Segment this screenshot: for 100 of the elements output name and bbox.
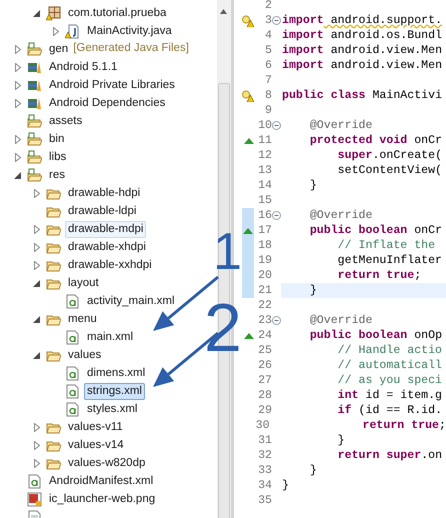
fold-icon[interactable] [272,121,281,130]
source-folder-icon [27,132,42,146]
line-number: 34 [257,478,272,493]
tree-item[interactable]: Android 5.1.1 [46,58,120,76]
line-number: 27 [257,373,272,388]
line-number: 2 [264,0,272,13]
tree-item[interactable]: values-w820dp [65,454,148,472]
expand-icon[interactable] [14,62,20,72]
step-number: 2 [204,294,242,362]
tree-item[interactable]: values [65,346,104,364]
code-line: // Handle actio [336,344,442,357]
code-line: } [308,464,317,477]
tree-item[interactable]: bin [46,130,68,148]
fold-icon[interactable] [272,16,281,25]
tree-item[interactable]: styles.xml [84,400,140,418]
code-line: // automaticall [336,359,442,372]
warning-bulb-icon[interactable] [242,90,254,102]
tree-item[interactable]: gen [46,40,72,58]
source-folder-icon [27,114,42,128]
expand-icon[interactable] [14,134,20,144]
line-number: 20 [257,268,272,283]
code-line: // Inflate the [336,239,436,252]
line-number: 31 [257,433,272,448]
tree-item[interactable]: res [46,166,68,184]
code-line: @Override [308,119,372,132]
tree-item[interactable]: AndroidManifest.xml [46,472,156,490]
expand-icon[interactable] [14,80,20,90]
line-number: 4 [264,28,272,43]
line-number: 22 [257,298,272,313]
code-line: } [308,179,317,192]
expand-icon[interactable] [34,224,40,234]
code-line: @Override [308,314,372,327]
line-number: 25 [257,343,272,358]
expand-icon[interactable] [34,440,40,450]
warning-bulb-icon[interactable] [242,14,254,26]
expand-icon[interactable] [34,422,40,432]
line-number: 15 [257,193,272,208]
code-line: setContentView( [336,164,442,177]
expand-icon[interactable] [14,44,20,54]
tree-item[interactable]: drawable-xhdpi [65,238,149,256]
override-icon[interactable] [243,228,253,234]
tree-item[interactable]: Android Private Libraries [46,76,178,94]
line-number: 5 [264,43,272,58]
code-line: import android.os.Bundl [282,29,442,42]
expand-icon[interactable] [34,260,40,270]
tree-item[interactable]: layout [65,274,102,292]
line-number: 10 [257,118,272,133]
collapse-icon[interactable] [33,316,40,322]
tree-item[interactable]: values-v14 [65,436,127,454]
tree-item[interactable]: MainActivity.java [84,22,175,40]
expand-icon[interactable] [34,242,40,252]
collapse-icon[interactable] [33,352,40,358]
line-number: 19 [257,253,272,268]
image-file-icon [27,492,42,506]
xml-file-icon [27,474,42,488]
tree-item[interactable]: drawable-ldpi [65,202,140,220]
tree-item[interactable]: values-v11 [65,418,126,436]
line-number: 35 [257,493,272,508]
code-line: return super.on [336,449,442,462]
line-number: 18 [257,238,272,253]
expand-icon[interactable] [14,152,20,162]
code-line: import android.view.Men [282,44,442,57]
collapse-icon[interactable] [33,10,40,16]
tree-item[interactable]: menu [65,310,100,328]
expand-icon[interactable] [34,188,40,198]
xml-file-icon [65,384,80,398]
collapse-icon[interactable] [14,172,21,178]
code-line: public boolean onCr [308,224,442,237]
override-icon[interactable] [244,332,254,338]
tree-item[interactable]: drawable-hdpi [65,184,144,202]
line-number: 17 [257,223,272,238]
line-number: 29 [257,403,272,418]
code-line: getMenuInflater [336,254,442,267]
source-folder-icon [27,168,42,182]
tree-item[interactable]: ic_launcher-web.png [46,490,158,508]
tree-item[interactable]: drawable-xxhdpi [65,256,155,274]
expand-icon[interactable] [52,26,58,36]
fold-icon[interactable] [272,316,281,325]
tree-item[interactable]: strings.xml [84,382,145,400]
tree-item[interactable]: main.xml [84,328,136,346]
expand-icon[interactable] [14,98,20,108]
scroll-up-icon[interactable] [220,9,227,14]
fold-icon[interactable] [272,211,281,220]
code-line: @Override [308,209,372,222]
expand-icon[interactable] [34,458,40,468]
tree-item[interactable]: drawable-mdpi [65,220,146,238]
override-icon[interactable] [244,138,254,144]
code-line: } [336,434,345,447]
tree-item[interactable]: activity_main.xml [84,292,178,310]
tree-item[interactable]: com.tutorial.prueba [65,4,170,22]
tree-item[interactable]: assets [46,112,86,130]
tree-item[interactable]: dimens.xml [84,364,148,382]
line-number: 33 [257,463,272,478]
line-number: 13 [257,163,272,178]
line-number: 23 [257,313,272,328]
tree-item[interactable]: libs [46,148,70,166]
collapse-icon[interactable] [33,280,40,286]
line-number: 14 [257,178,272,193]
tree-item[interactable]: Android Dependencies [46,94,168,112]
source-folder-icon [27,150,42,164]
